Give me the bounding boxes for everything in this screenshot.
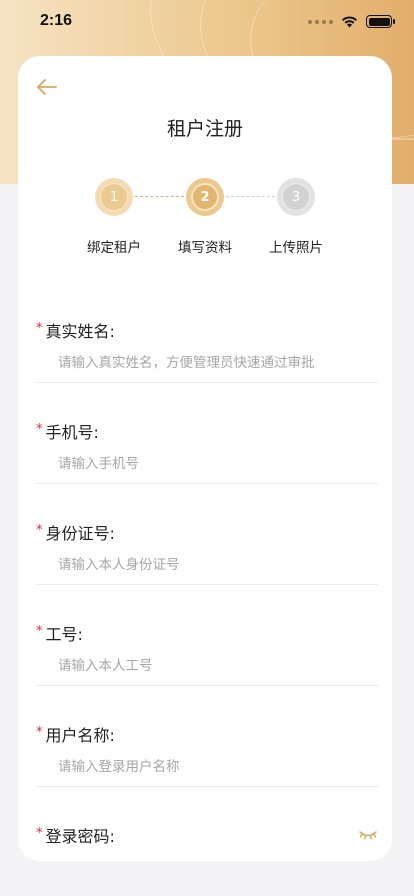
- step-1-indicator: 1: [95, 178, 133, 216]
- status-time: 2:16: [40, 12, 73, 29]
- password-label: 登录密码:: [45, 827, 115, 846]
- required-mark: *: [36, 522, 43, 538]
- employee-id-label: 工号:: [45, 625, 83, 644]
- real-name-input[interactable]: [58, 350, 368, 376]
- field-employee-id: * 工号:: [36, 611, 378, 712]
- eye-closed-icon: [359, 831, 377, 840]
- signal-icon: [308, 19, 333, 24]
- step-2-indicator: 2: [186, 178, 224, 216]
- id-number-label: 身份证号:: [45, 524, 115, 543]
- employee-id-input[interactable]: [58, 653, 368, 679]
- status-bar: 2:16: [0, 0, 414, 44]
- step-2-number: 2: [191, 183, 219, 211]
- field-password: * 登录密码:: [36, 813, 378, 861]
- required-mark: *: [36, 724, 43, 740]
- step-3-label: 上传照片: [269, 240, 323, 256]
- step-3-indicator: 3: [277, 178, 315, 216]
- back-arrow-icon: [37, 79, 57, 95]
- registration-card: 租户注册 1 2 3 绑定租户 填写资料 上传照片 *真实姓名: *手机号: *…: [18, 56, 392, 861]
- back-button[interactable]: [36, 78, 60, 98]
- wifi-icon: [342, 15, 357, 27]
- divider: [36, 685, 378, 686]
- field-phone: * 手机号:: [36, 409, 378, 510]
- username-label: 用户名称:: [45, 726, 115, 745]
- step-connector: [226, 196, 275, 197]
- required-mark: *: [36, 320, 43, 336]
- field-id-number: * 身份证号:: [36, 510, 378, 611]
- step-3-number: 3: [282, 183, 310, 211]
- field-real-name: * 真实姓名:: [36, 308, 378, 409]
- required-mark: *: [36, 421, 43, 437]
- required-mark: *: [36, 825, 43, 841]
- password-visibility-toggle[interactable]: [358, 827, 378, 841]
- step-1-number: 1: [100, 183, 128, 211]
- registration-form: *真实姓名: *手机号: *身份证号: *工号: *用户名称: *登录密码:: [36, 308, 378, 861]
- step-connector: [135, 196, 184, 197]
- field-username: * 用户名称:: [36, 712, 378, 813]
- step-2-label: 填写资料: [178, 240, 232, 256]
- phone-input[interactable]: [58, 451, 368, 477]
- page-title: 租户注册: [166, 118, 243, 140]
- id-number-input[interactable]: [58, 552, 368, 578]
- registration-stepper: 1 2 3 绑定租户 填写资料 上传照片: [18, 178, 392, 258]
- username-input[interactable]: [58, 754, 368, 780]
- status-icons: [308, 15, 395, 28]
- real-name-label: 真实姓名:: [45, 322, 115, 341]
- required-mark: *: [36, 623, 43, 639]
- divider: [36, 382, 378, 383]
- divider: [36, 584, 378, 585]
- divider: [36, 483, 378, 484]
- battery-icon: [366, 15, 395, 28]
- divider: [36, 786, 378, 787]
- phone-label: 手机号:: [45, 423, 99, 442]
- step-1-label: 绑定租户: [87, 240, 141, 256]
